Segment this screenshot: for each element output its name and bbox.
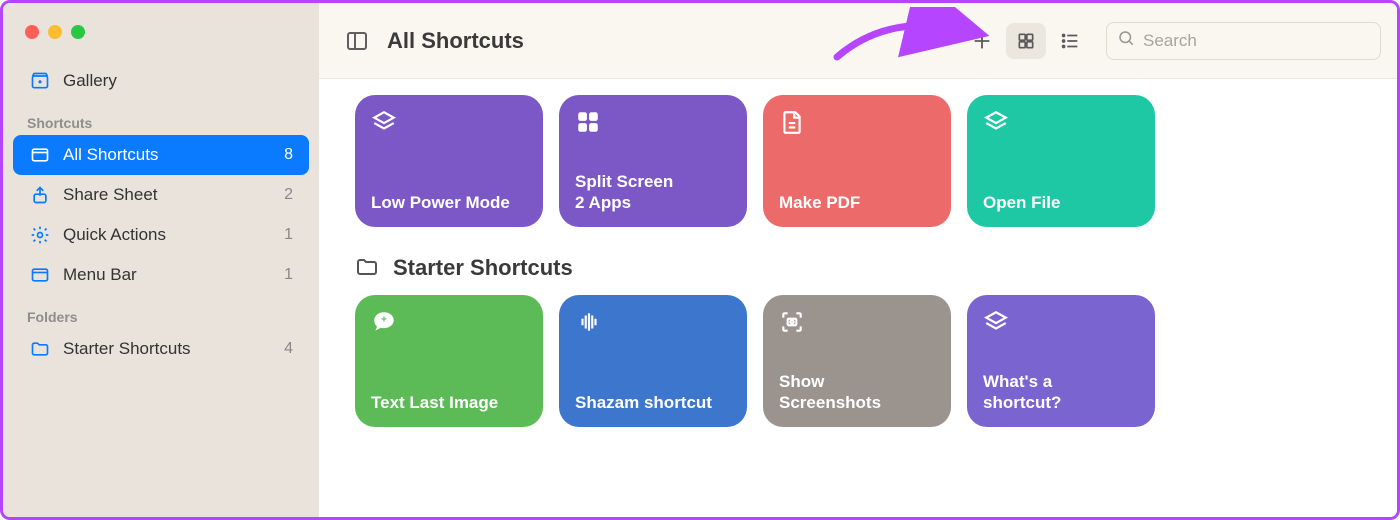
shortcut-card-label: What's a shortcut? bbox=[983, 372, 1139, 413]
doc-icon bbox=[779, 109, 805, 135]
sidebar-item-count: 1 bbox=[284, 266, 293, 284]
shortcut-card[interactable]: + Text Last Image bbox=[355, 295, 543, 427]
sidebar-item-label: Quick Actions bbox=[63, 225, 284, 245]
gear-icon bbox=[29, 224, 51, 246]
sidebar-item-label: Share Sheet bbox=[63, 185, 284, 205]
shortcut-row: + Text Last Image Shazam shortcut Show Scre… bbox=[355, 295, 1361, 427]
window-controls bbox=[3, 17, 319, 61]
capture-icon bbox=[779, 309, 805, 335]
content-area: Low Power Mode Split Screen 2 Apps Make PD… bbox=[319, 79, 1397, 463]
gallery-icon bbox=[29, 70, 51, 92]
list-view-button[interactable] bbox=[1050, 23, 1090, 59]
sidebar-item-count: 2 bbox=[284, 186, 293, 204]
sidebar-item-gallery[interactable]: Gallery bbox=[13, 61, 309, 101]
layers-icon bbox=[371, 109, 397, 135]
sidebar-item-count: 1 bbox=[284, 226, 293, 244]
shortcut-card-label: Low Power Mode bbox=[371, 193, 527, 213]
shortcut-card[interactable]: Split Screen 2 Apps bbox=[559, 95, 747, 227]
shortcut-row: Low Power Mode Split Screen 2 Apps Make PD… bbox=[355, 95, 1361, 227]
svg-text:+: + bbox=[381, 315, 387, 326]
bubble-icon: + bbox=[371, 309, 397, 335]
toolbar: All Shortcuts bbox=[319, 3, 1397, 79]
sidebar-header-shortcuts: Shortcuts bbox=[3, 101, 319, 135]
page-title: All Shortcuts bbox=[387, 28, 524, 54]
main-panel: All Shortcuts Low Power Mode Split Screen… bbox=[319, 3, 1397, 517]
shortcut-card-label: Shazam shortcut bbox=[575, 393, 731, 413]
sidebar-item-count: 8 bbox=[284, 146, 293, 164]
sidebar-item-share-sheet[interactable]: Share Sheet 2 bbox=[13, 175, 309, 215]
fullscreen-window-button[interactable] bbox=[71, 25, 85, 39]
share-icon bbox=[29, 184, 51, 206]
shortcut-card[interactable]: Make PDF bbox=[763, 95, 951, 227]
shortcut-card[interactable]: Low Power Mode bbox=[355, 95, 543, 227]
wave-icon bbox=[575, 309, 601, 335]
section-header-starter: Starter Shortcuts bbox=[355, 255, 1361, 281]
sidebar-item-label: Gallery bbox=[63, 71, 293, 91]
grid4-icon bbox=[575, 109, 601, 135]
section-title: Starter Shortcuts bbox=[393, 255, 573, 281]
sidebar-item-menu-bar[interactable]: Menu Bar 1 bbox=[13, 255, 309, 295]
shortcut-card-label: Open File bbox=[983, 193, 1139, 213]
sidebar: Gallery Shortcuts All Shortcuts 8 Share … bbox=[3, 3, 319, 517]
toggle-sidebar-icon[interactable] bbox=[343, 27, 371, 55]
search-input[interactable] bbox=[1143, 31, 1370, 51]
shortcut-card-label: Make PDF bbox=[779, 193, 935, 213]
folder-icon bbox=[355, 255, 381, 281]
sidebar-item-all-shortcuts[interactable]: All Shortcuts 8 bbox=[13, 135, 309, 175]
minimize-window-button[interactable] bbox=[48, 25, 62, 39]
shortcut-card-label: Show Screenshots bbox=[779, 372, 935, 413]
sidebar-item-label: Menu Bar bbox=[63, 265, 284, 285]
sidebar-header-folders: Folders bbox=[3, 295, 319, 329]
shortcut-card[interactable]: What's a shortcut? bbox=[967, 295, 1155, 427]
search-icon bbox=[1117, 29, 1135, 52]
layers-icon bbox=[983, 109, 1009, 135]
shortcut-card[interactable]: Shazam shortcut bbox=[559, 295, 747, 427]
folder-icon bbox=[29, 338, 51, 360]
menubar-icon bbox=[29, 264, 51, 286]
shortcut-card[interactable]: Show Screenshots bbox=[763, 295, 951, 427]
sidebar-item-label: Starter Shortcuts bbox=[63, 339, 284, 359]
sidebar-item-count: 4 bbox=[284, 340, 293, 358]
sidebar-item-label: All Shortcuts bbox=[63, 145, 284, 165]
search-field[interactable] bbox=[1106, 22, 1381, 60]
shortcut-card-label: Split Screen 2 Apps bbox=[575, 172, 731, 213]
close-window-button[interactable] bbox=[25, 25, 39, 39]
grid-view-button[interactable] bbox=[1006, 23, 1046, 59]
app-window-icon bbox=[29, 144, 51, 166]
shortcut-card-label: Text Last Image bbox=[371, 393, 527, 413]
layers-icon bbox=[983, 309, 1009, 335]
sidebar-folder-starter-shortcuts[interactable]: Starter Shortcuts 4 bbox=[13, 329, 309, 369]
shortcut-card[interactable]: Open File bbox=[967, 95, 1155, 227]
sidebar-item-quick-actions[interactable]: Quick Actions 1 bbox=[13, 215, 309, 255]
add-shortcut-button[interactable] bbox=[962, 23, 1002, 59]
